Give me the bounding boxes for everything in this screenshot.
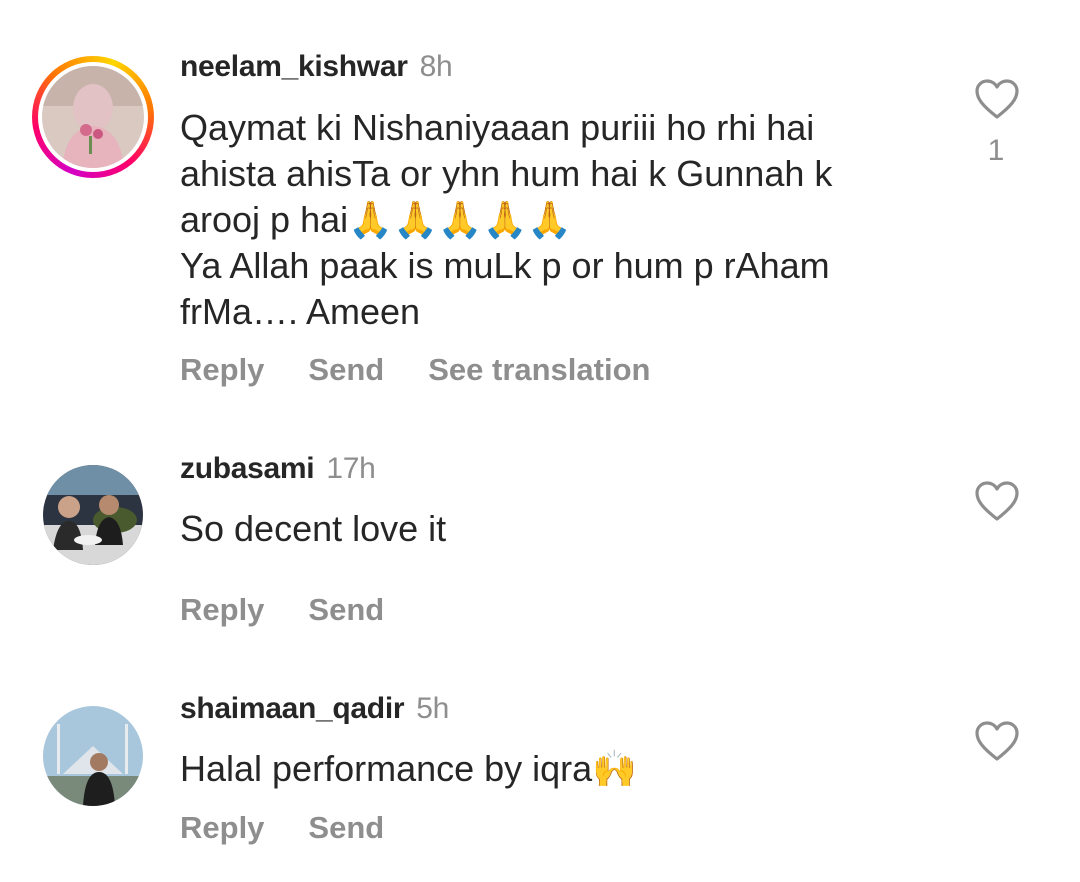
comment-username[interactable]: zubasami 17h	[180, 452, 376, 486]
username-text[interactable]: shaimaan_qadir	[180, 692, 405, 725]
comment-text: Halal performance by iqra🙌	[180, 748, 638, 789]
heart-outline-icon[interactable]	[974, 720, 1020, 762]
send-button[interactable]: Send	[308, 810, 384, 846]
reply-button[interactable]: Reply	[180, 810, 264, 846]
send-button[interactable]: Send	[308, 592, 384, 628]
avatar	[42, 66, 144, 168]
avatar-story-ring[interactable]	[32, 56, 154, 178]
heart-outline-icon[interactable]	[974, 78, 1020, 120]
comment-username[interactable]: shaimaan_qadir 5h	[180, 692, 449, 726]
comment-timestamp: 5h	[416, 692, 450, 725]
comment-actions: Reply Send	[180, 592, 384, 628]
comment-timestamp: 17h	[326, 452, 376, 485]
like-count: 1	[987, 134, 1005, 167]
comment-actions: Reply Send	[180, 810, 384, 846]
comment-text: So decent love it	[180, 508, 447, 549]
avatar[interactable]	[43, 465, 143, 565]
reply-button[interactable]: Reply	[180, 592, 264, 628]
comment-timestamp: 8h	[419, 50, 453, 83]
username-text[interactable]: neelam_kishwar	[180, 50, 408, 83]
comment-actions: Reply Send See translation	[180, 352, 650, 388]
see-translation-button[interactable]: See translation	[428, 352, 650, 388]
avatar[interactable]	[43, 706, 143, 806]
comment-item: neelam_kishwar 8h Qaymat ki Nishaniyaaan …	[0, 0, 1080, 420]
comment-text: Qaymat ki Nishaniyaaan puriii ho rhi hai…	[180, 107, 833, 332]
username-text[interactable]: zubasami	[180, 452, 315, 485]
heart-outline-icon[interactable]	[974, 480, 1020, 522]
reply-button[interactable]: Reply	[180, 352, 264, 388]
send-button[interactable]: Send	[308, 352, 384, 388]
comment-username[interactable]: neelam_kishwar 8h	[180, 50, 453, 84]
